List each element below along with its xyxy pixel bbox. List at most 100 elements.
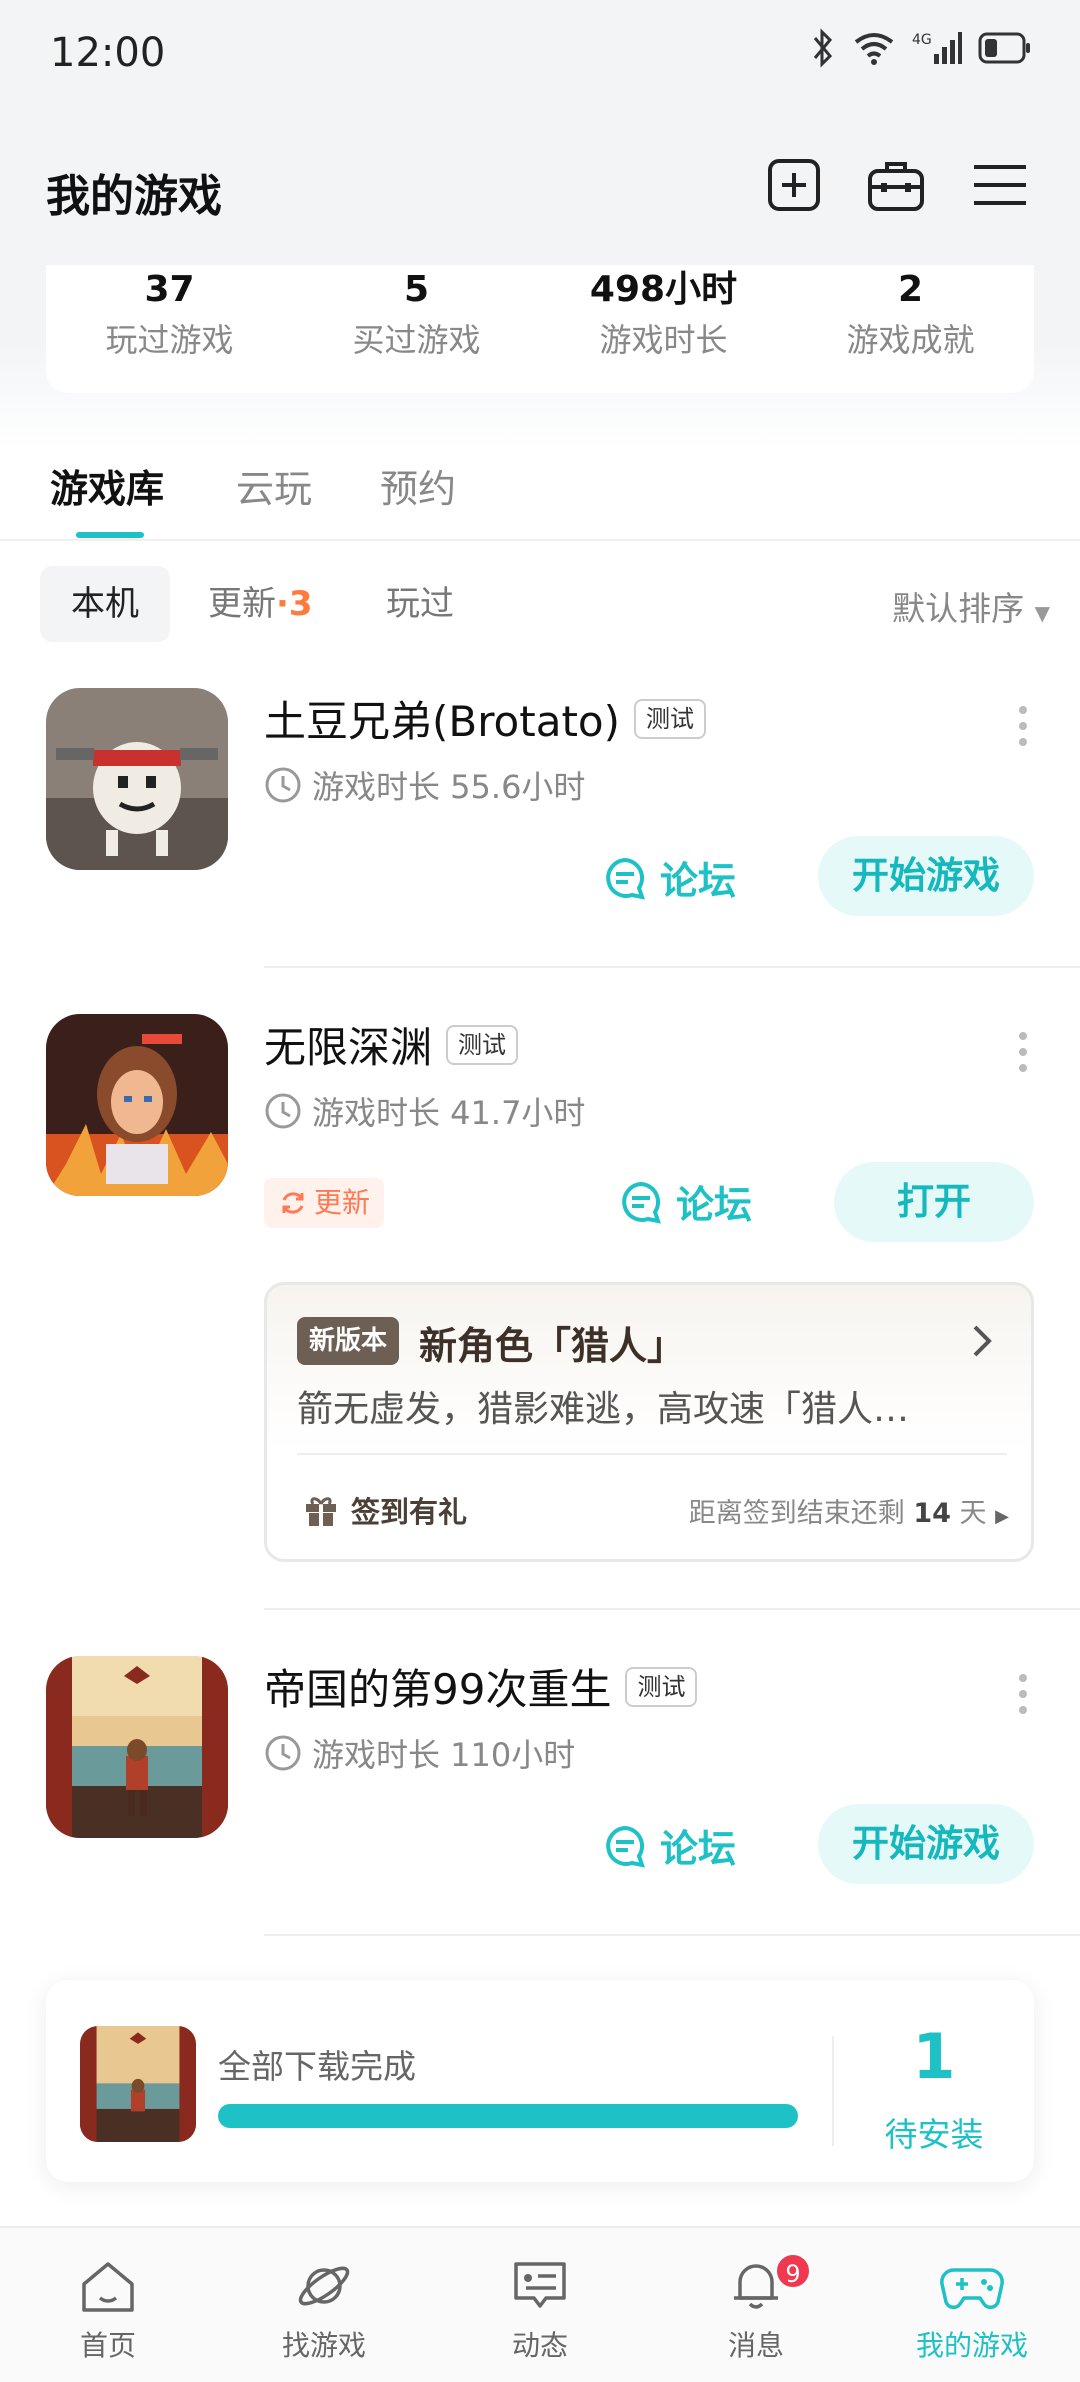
sort-dropdown[interactable]: 默认排序 ▼	[892, 582, 1050, 630]
game-playtime: 游戏时长 55.6小时	[264, 762, 585, 808]
download-progress-bar	[218, 2104, 798, 2128]
test-tag: 测试	[625, 1666, 698, 1707]
nav-messages[interactable]: 9 消息	[648, 2252, 864, 2364]
nav-label: 找游戏	[281, 2329, 366, 2362]
start-game-button[interactable]: 开始游戏	[818, 836, 1034, 916]
game-title[interactable]: 帝国的第99次重生	[264, 1656, 611, 1717]
test-tag: 测试	[446, 1024, 519, 1065]
signal-icon: 4G	[912, 32, 962, 64]
refresh-icon	[282, 1192, 304, 1214]
page-title: 我的游戏	[46, 171, 222, 222]
tab-game-library[interactable]: 游戏库	[50, 458, 164, 513]
game-name-row: 土豆兄弟(Brotato) 测试	[264, 688, 706, 749]
stat-played[interactable]: 37 玩过游戏	[46, 265, 293, 393]
sign-in-remaining[interactable]: 距离签到结束还剩 14 天 ▶	[689, 1491, 1009, 1530]
more-options-icon[interactable]	[1016, 1032, 1030, 1072]
test-tag: 测试	[634, 698, 706, 739]
sign-in-label: 签到有礼	[351, 1495, 468, 1529]
remain-days: 14	[913, 1498, 951, 1529]
game-title[interactable]: 无限深渊	[264, 1014, 432, 1075]
forum-button[interactable]: 论坛	[618, 1174, 752, 1229]
empire-thumb-artwork	[80, 2026, 196, 2142]
svg-text:4G: 4G	[912, 32, 932, 48]
row-divider	[264, 1608, 1080, 1610]
home-icon	[82, 2262, 134, 2312]
bottom-nav: 首页 找游戏 动态 9 消息 我的游戏	[0, 2226, 1080, 2382]
remain-prefix: 距离签到结束还剩	[688, 1498, 914, 1529]
game-name-row: 帝国的第99次重生 测试	[264, 1656, 698, 1717]
add-game-icon[interactable]	[764, 155, 824, 215]
nav-label: 我的游戏	[915, 2329, 1028, 2362]
stat-bought[interactable]: 5 买过游戏	[293, 265, 540, 393]
news-title: 新角色「猎人」	[419, 1324, 686, 1368]
stat-label: 玩过游戏	[105, 321, 234, 359]
message-count-badge: 9	[774, 2252, 812, 2290]
game-icon-brotato[interactable]	[46, 688, 228, 870]
feed-icon	[514, 2262, 566, 2308]
more-options-icon[interactable]	[1016, 706, 1030, 746]
menu-icon[interactable]	[970, 155, 1030, 215]
filter-update-label: 更新	[208, 584, 276, 624]
pending-install-count: 1	[912, 2020, 956, 2093]
clock-icon	[265, 767, 301, 803]
stat-playtime[interactable]: 498小时游戏时长	[540, 265, 787, 393]
playtime-text: 游戏时长 110小时	[312, 1736, 576, 1774]
forum-icon	[606, 1825, 645, 1868]
tab-reservation[interactable]: 预约	[380, 458, 456, 513]
row-divider	[264, 1934, 1080, 1936]
more-options-icon[interactable]	[1016, 1674, 1030, 1714]
planet-icon	[298, 2266, 350, 2306]
download-banner[interactable]: 全部下载完成 1 待安装	[46, 1980, 1034, 2182]
forum-button[interactable]: 论坛	[602, 850, 736, 905]
game-name-row: 无限深渊 测试	[264, 1014, 519, 1075]
bluetooth-icon	[813, 28, 833, 68]
gift-icon	[306, 1497, 336, 1526]
nav-label: 消息	[727, 2329, 784, 2362]
filter-played[interactable]: 玩过	[386, 566, 454, 642]
stat-achievements[interactable]: 2 游戏成就	[787, 265, 1034, 393]
game-icon-abyss[interactable]	[46, 1014, 228, 1196]
stat-value: 498小时	[589, 269, 738, 310]
download-status: 全部下载完成	[218, 2047, 416, 2086]
stat-value: 37	[144, 269, 195, 310]
nav-find-games[interactable]: 找游戏	[216, 2258, 432, 2364]
status-time: 12:00	[50, 30, 166, 76]
nav-label: 动态	[511, 2329, 568, 2362]
pending-install-label: 待安装	[884, 2115, 984, 2154]
tab-cloud-play[interactable]: 云玩	[236, 458, 312, 513]
forum-button[interactable]: 论坛	[602, 1818, 736, 1873]
nav-feed[interactable]: 动态	[432, 2258, 648, 2364]
caret-right-icon: ▶	[995, 1506, 1009, 1527]
forum-icon	[606, 857, 645, 900]
filter-update-sep: ·	[276, 584, 289, 624]
stat-label: 游戏时长	[599, 321, 728, 359]
nav-my-games[interactable]: 我的游戏	[864, 2258, 1080, 2364]
gamepad-icon	[940, 2268, 1004, 2309]
chevron-right-icon	[973, 1325, 992, 1357]
forum-icon	[622, 1181, 661, 1224]
stat-value: 2	[897, 269, 924, 310]
stat-label: 游戏成就	[846, 321, 975, 359]
open-game-button[interactable]: 打开	[834, 1162, 1034, 1242]
game-playtime: 游戏时长 110小时	[264, 1730, 575, 1776]
stat-label: 买过游戏	[352, 321, 481, 359]
clock-icon	[265, 1093, 301, 1129]
remain-suffix: 天	[950, 1498, 987, 1529]
sign-in-reward[interactable]: 签到有礼	[303, 1489, 467, 1531]
nav-home[interactable]: 首页	[0, 2258, 216, 2364]
sort-label: 默认排序	[892, 589, 1025, 628]
game-title[interactable]: 土豆兄弟(Brotato)	[264, 688, 620, 749]
forum-label: 论坛	[676, 1183, 753, 1227]
update-badge[interactable]: 更新	[264, 1178, 385, 1228]
news-card[interactable]: 新版本 新角色「猎人」 箭无虚发，猎影难逃，高攻速「猎人… 签到有礼 距离签到结…	[264, 1282, 1034, 1562]
start-game-button[interactable]: 开始游戏	[818, 1804, 1034, 1884]
game-icon-empire[interactable]	[46, 1656, 228, 1838]
download-thumbnail	[80, 2026, 196, 2142]
update-label: 更新	[314, 1186, 371, 1219]
forum-label: 论坛	[660, 859, 737, 903]
filter-update[interactable]: 更新·3	[208, 566, 313, 642]
clock-icon	[265, 1735, 301, 1771]
abyss-artwork	[46, 1014, 228, 1196]
toolbox-icon[interactable]	[866, 155, 926, 215]
filter-local[interactable]: 本机	[40, 566, 170, 642]
